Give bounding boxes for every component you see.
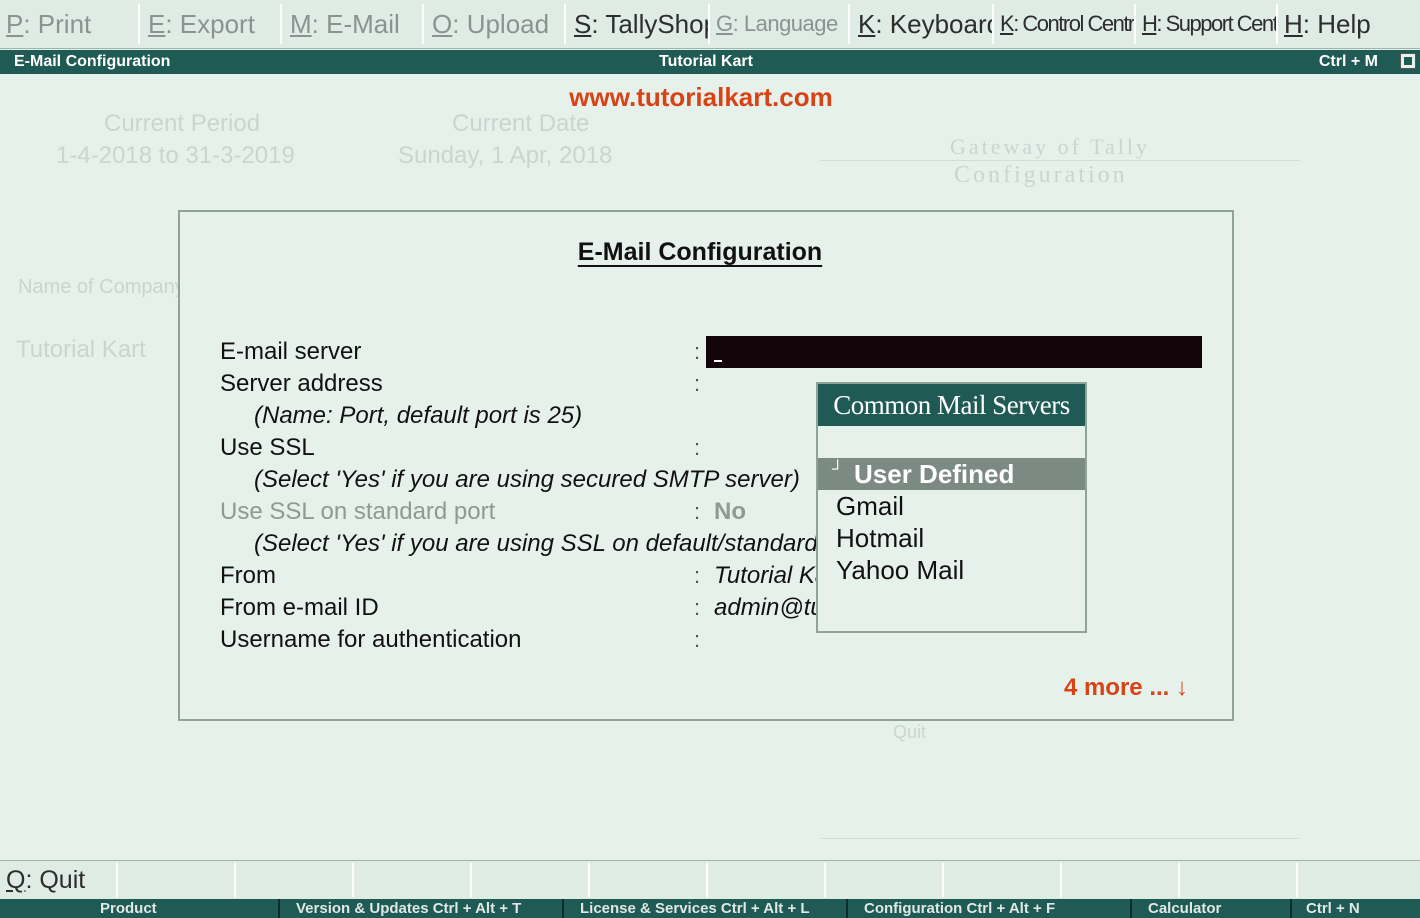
label-email-server: E-mail server [220,338,362,365]
status-bar: Product Version & Updates Ctrl + Alt + T… [0,899,1420,918]
company-title: Tutorial Kart [659,53,753,70]
bg-period-value: 1-4-2018 to 31-3-2019 [56,142,295,169]
menu-control-centre[interactable]: K: Control Centre [994,4,1136,44]
bg-company-header: Name of Company [18,276,185,298]
colon: : [694,435,701,460]
status-configuration[interactable]: Configuration Ctrl + Alt + F [848,899,1132,918]
bg-date-label: Current Date [452,110,590,137]
email-server-input[interactable] [706,336,1202,368]
common-mail-servers-list: Common Mail Servers ┘ User Defined Gmail … [816,382,1087,633]
hint-use-ssl: (Select 'Yes' if you are using secured S… [254,466,800,493]
empty-button [472,863,590,897]
value-ssl-standard-port[interactable]: No [714,496,746,528]
empty-button [590,863,708,897]
label-server-address: Server address [220,370,383,397]
list-item-gmail[interactable]: Gmail [818,490,1085,522]
minimize-icon[interactable] [1400,53,1416,69]
menu-support-centre[interactable]: H: Support Centre [1136,4,1278,44]
bg-bottom-divider [820,838,1300,839]
bg-period-label: Current Period [104,110,261,137]
menu-email[interactable]: M: E-Mail [284,4,424,44]
status-product[interactable]: Product [0,899,280,918]
colon: : [694,339,701,364]
list-item-user-defined[interactable]: ┘ User Defined [818,458,1085,490]
bg-date-value: Sunday, 1 Apr, 2018 [398,142,613,169]
colon: : [694,371,701,396]
label-use-ssl: Use SSL [220,434,315,461]
bg-quit: Quit [893,722,927,742]
empty-button [118,863,236,897]
more-fields-link[interactable]: 4 more ... ↓ [1064,674,1188,702]
label-from: From [220,562,276,589]
menu-help[interactable]: H: Help [1278,4,1420,44]
menu-keyboard[interactable]: K: Keyboard [852,4,994,44]
text-cursor [714,360,722,362]
label-ssl-standard-port: Use SSL on standard port [220,498,496,525]
menu-tallyshop[interactable]: S: TallyShop [568,4,710,44]
list-item-yahoo-mail[interactable]: Yahoo Mail [818,554,1085,586]
status-calculator[interactable]: Calculator [1132,899,1292,918]
empty-button [1298,863,1420,897]
dialog-title: E-Mail Configuration [577,238,823,266]
bg-divider [820,160,1300,161]
menu-print[interactable]: P: Print [0,4,140,44]
quit-button[interactable]: Q: Quit [0,863,118,897]
status-license-services[interactable]: License & Services Ctrl + Alt + L [564,899,848,918]
watermark: www.tutorialkart.com [569,82,833,112]
shortcut-label: Ctrl + M [1318,53,1378,70]
title-bar: E-Mail Configuration Tutorial Kart Ctrl … [0,50,1420,74]
enter-icon: ┘ [832,461,844,478]
hint-server-address: (Name: Port, default port is 25) [254,402,583,429]
label-from-email-id: From e-mail ID [220,594,379,621]
bottom-button-bar: Q: Quit [0,860,1420,899]
empty-button [354,863,472,897]
list-item-hotmail[interactable]: Hotmail [818,522,1085,554]
hint-ssl-standard-port: (Select 'Yes' if you are using SSL on de… [254,530,874,557]
bg-menu-subtitle: Configuration [954,162,1128,188]
colon: : [694,499,701,524]
colon: : [694,595,701,620]
empty-button [708,863,826,897]
status-ctrl-n[interactable]: Ctrl + N [1292,899,1420,918]
empty-button [826,863,944,897]
bg-company-name: Tutorial Kart [16,336,146,363]
menu-upload[interactable]: O: Upload [426,4,566,44]
empty-button [944,863,1062,897]
menu-export[interactable]: E: Export [142,4,282,44]
empty-button [1062,863,1180,897]
colon: : [694,563,701,588]
empty-button [1180,863,1298,897]
bg-menu-title: Gateway of Tally [950,134,1151,159]
menu-language[interactable]: G: Language [710,4,850,44]
empty-button [236,863,354,897]
label-username: Username for authentication [220,626,522,653]
top-menu-bar: P: Print E: Export M: E-Mail O: Upload S… [0,0,1420,49]
colon: : [694,627,701,652]
popup-title: Common Mail Servers [818,384,1085,426]
status-version-updates[interactable]: Version & Updates Ctrl + Alt + T [280,899,564,918]
